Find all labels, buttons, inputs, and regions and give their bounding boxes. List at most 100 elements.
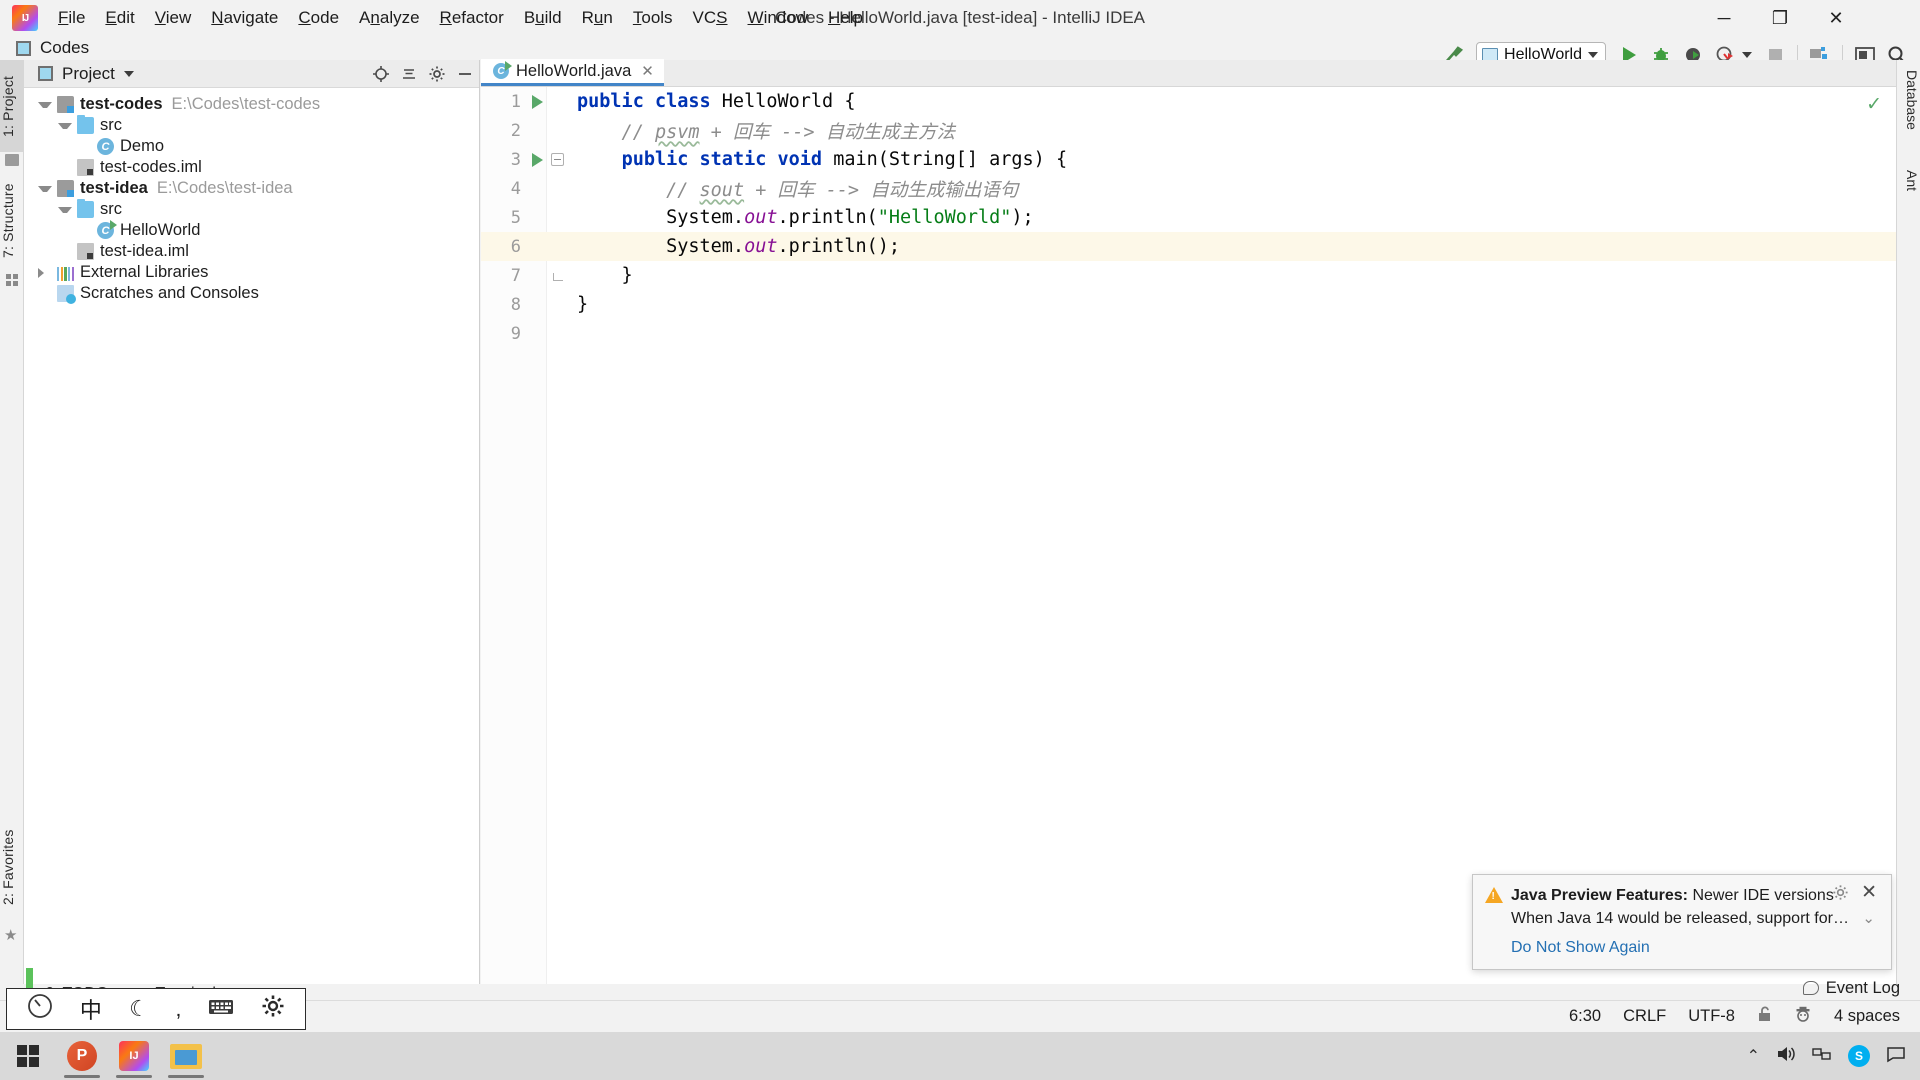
line-separator[interactable]: CRLF — [1623, 1007, 1666, 1026]
windows-start-icon[interactable] — [0, 1044, 56, 1068]
code-line-1[interactable]: 1 public class HelloWorld { — [481, 87, 1896, 116]
code-line-7[interactable]: 7 } — [481, 261, 1896, 290]
chevron-down-icon[interactable] — [58, 122, 72, 129]
tree-node-external-libraries[interactable]: External Libraries — [24, 262, 479, 283]
indent-setting[interactable]: 4 spaces — [1834, 1007, 1900, 1026]
menu-item-help[interactable]: Help — [818, 5, 873, 31]
token-pl: } — [577, 294, 589, 315]
sidebar-tab-ant[interactable]: Ant — [1896, 164, 1920, 197]
code-line-3[interactable]: 3 public static void main(String[] args)… — [481, 145, 1896, 174]
event-log-button[interactable]: Event Log — [1802, 976, 1900, 1000]
token-pl: HelloWorld { — [721, 91, 856, 112]
sidebar-tab-database[interactable]: Database — [1896, 64, 1920, 136]
chevron-down-icon[interactable] — [58, 206, 72, 213]
chevron-down-icon[interactable] — [38, 185, 52, 192]
sidebar-tab-favorites[interactable]: 2: Favorites — [0, 812, 24, 922]
tree-node-path: E:\Codes\test-idea — [156, 179, 293, 197]
menu-item-window[interactable]: Window — [738, 5, 818, 31]
gutter-run-icon[interactable] — [527, 152, 547, 167]
token-kw: public class — [577, 91, 722, 112]
menu-item-tools[interactable]: Tools — [623, 5, 683, 31]
gear-icon[interactable] — [423, 60, 451, 88]
sidebar-tab-project[interactable]: 1: Project — [0, 60, 24, 152]
menu-item-vcs[interactable]: VCS — [683, 5, 738, 31]
action-center-icon[interactable] — [1886, 1045, 1906, 1068]
menu-item-analyze[interactable]: Analyze — [349, 5, 430, 31]
close-icon[interactable]: ✕ — [1861, 881, 1877, 904]
code-line-8[interactable]: 8} — [481, 290, 1896, 319]
editor-tab-helloworld[interactable]: C HelloWorld.java ✕ — [481, 59, 664, 86]
caret-position[interactable]: 6:30 — [1569, 1007, 1601, 1026]
tree-node-test-idea[interactable]: test-idea E:\Codes\test-idea — [24, 178, 479, 199]
code-line-5[interactable]: 5 System.out.println("HelloWorld"); — [481, 203, 1896, 232]
gutter-run-icon[interactable] — [527, 94, 547, 109]
notification-body: When Java 14 would be released, support … — [1511, 910, 1849, 927]
file-explorer-icon[interactable] — [160, 1032, 212, 1080]
tree-node-src[interactable]: src — [24, 115, 479, 136]
chevron-right-icon[interactable] — [38, 267, 52, 278]
intellij-logo-icon: IJ — [12, 5, 38, 31]
ime-gear-icon[interactable] — [261, 994, 285, 1024]
code-editor[interactable]: 1 public class HelloWorld {2 // psvm + 回车… — [481, 87, 1896, 984]
code-line-6[interactable]: 6 System.out.println(); — [481, 232, 1896, 261]
menu-item-navigate[interactable]: Navigate — [201, 5, 288, 31]
volume-icon[interactable] — [1776, 1045, 1796, 1068]
tree-node-test-idea-iml[interactable]: test-idea.iml — [24, 241, 479, 262]
tree-node-label: test-codes.iml — [100, 158, 202, 176]
powerpoint-icon[interactable]: P — [56, 1032, 108, 1080]
code-line-text: // psvm + 回车 --> 自动生成主方法 — [567, 118, 956, 144]
menu-item-view[interactable]: View — [145, 5, 202, 31]
project-view-chevron-icon[interactable] — [123, 70, 134, 77]
tree-node-test-codes-iml[interactable]: test-codes.iml — [24, 157, 479, 178]
tree-node-src[interactable]: src — [24, 199, 479, 220]
menu-item-file[interactable]: File — [48, 5, 95, 31]
hector-icon[interactable] — [1794, 1006, 1812, 1028]
maximize-button[interactable]: ❐ — [1752, 0, 1808, 36]
tree-node-test-codes[interactable]: test-codes E:\Codes\test-codes — [24, 94, 479, 115]
locate-icon[interactable] — [367, 60, 395, 88]
code-line-text: System.out.println(); — [567, 236, 900, 257]
file-encoding[interactable]: UTF-8 — [1688, 1007, 1735, 1026]
close-button[interactable]: ✕ — [1808, 0, 1864, 36]
code-line-2[interactable]: 2 // psvm + 回车 --> 自动生成主方法 — [481, 116, 1896, 145]
menu-item-run[interactable]: Run — [572, 5, 623, 31]
network-icon[interactable] — [1812, 1045, 1832, 1068]
token-kw: public static void — [621, 149, 834, 170]
do-not-show-again-link[interactable]: Do Not Show Again — [1511, 939, 1881, 957]
collapse-all-icon[interactable] — [395, 60, 423, 88]
show-hidden-icons[interactable]: ⌃ — [1747, 1046, 1760, 1066]
skype-icon[interactable]: S — [1848, 1045, 1870, 1067]
intellij-icon[interactable]: IJ — [108, 1032, 160, 1080]
menu-item-build[interactable]: Build — [514, 5, 572, 31]
ime-keyboard-icon[interactable] — [208, 996, 234, 1022]
close-icon[interactable]: ✕ — [641, 62, 654, 80]
menu-item-refactor[interactable]: Refactor — [430, 5, 514, 31]
ime-logo-icon[interactable] — [27, 993, 53, 1025]
menu-item-edit[interactable]: Edit — [95, 5, 144, 31]
chevron-down-icon[interactable] — [38, 101, 52, 108]
profiler-chevron-icon[interactable] — [1742, 52, 1752, 58]
gutter-fold-open-icon[interactable] — [547, 153, 567, 166]
class-icon: C — [97, 138, 114, 155]
tree-node-scratches-and-consoles[interactable]: Scratches and Consoles — [24, 283, 479, 304]
tree-node-helloworld[interactable]: C HelloWorld — [24, 220, 479, 241]
menu-item-code[interactable]: Code — [288, 5, 349, 31]
tree-node-demo[interactable]: C Demo — [24, 136, 479, 157]
hide-icon[interactable] — [451, 60, 479, 88]
ime-moon-icon[interactable]: ☾ — [129, 996, 149, 1022]
editor-tab-bar: C HelloWorld.java ✕ — [481, 59, 1896, 87]
minimize-button[interactable]: ─ — [1696, 0, 1752, 36]
ime-chinese-mode[interactable]: 中 — [80, 993, 102, 1025]
sidebar-tab-structure[interactable]: 7: Structure — [0, 168, 24, 274]
gear-icon[interactable] — [1832, 884, 1849, 906]
inspection-status-icon[interactable]: ✓ — [1866, 93, 1882, 116]
code-line-9[interactable]: 9 — [481, 319, 1896, 348]
warning-icon — [1485, 887, 1503, 903]
code-line-4[interactable]: 4 // sout + 回车 --> 自动生成输出语句 — [481, 174, 1896, 203]
ime-punctuation-icon[interactable]: ‚ — [176, 996, 181, 1022]
unlocked-icon[interactable] — [1757, 1005, 1772, 1028]
gutter-fold-close-icon[interactable] — [547, 269, 567, 282]
chevron-down-icon[interactable]: ⌄ — [1862, 909, 1875, 927]
